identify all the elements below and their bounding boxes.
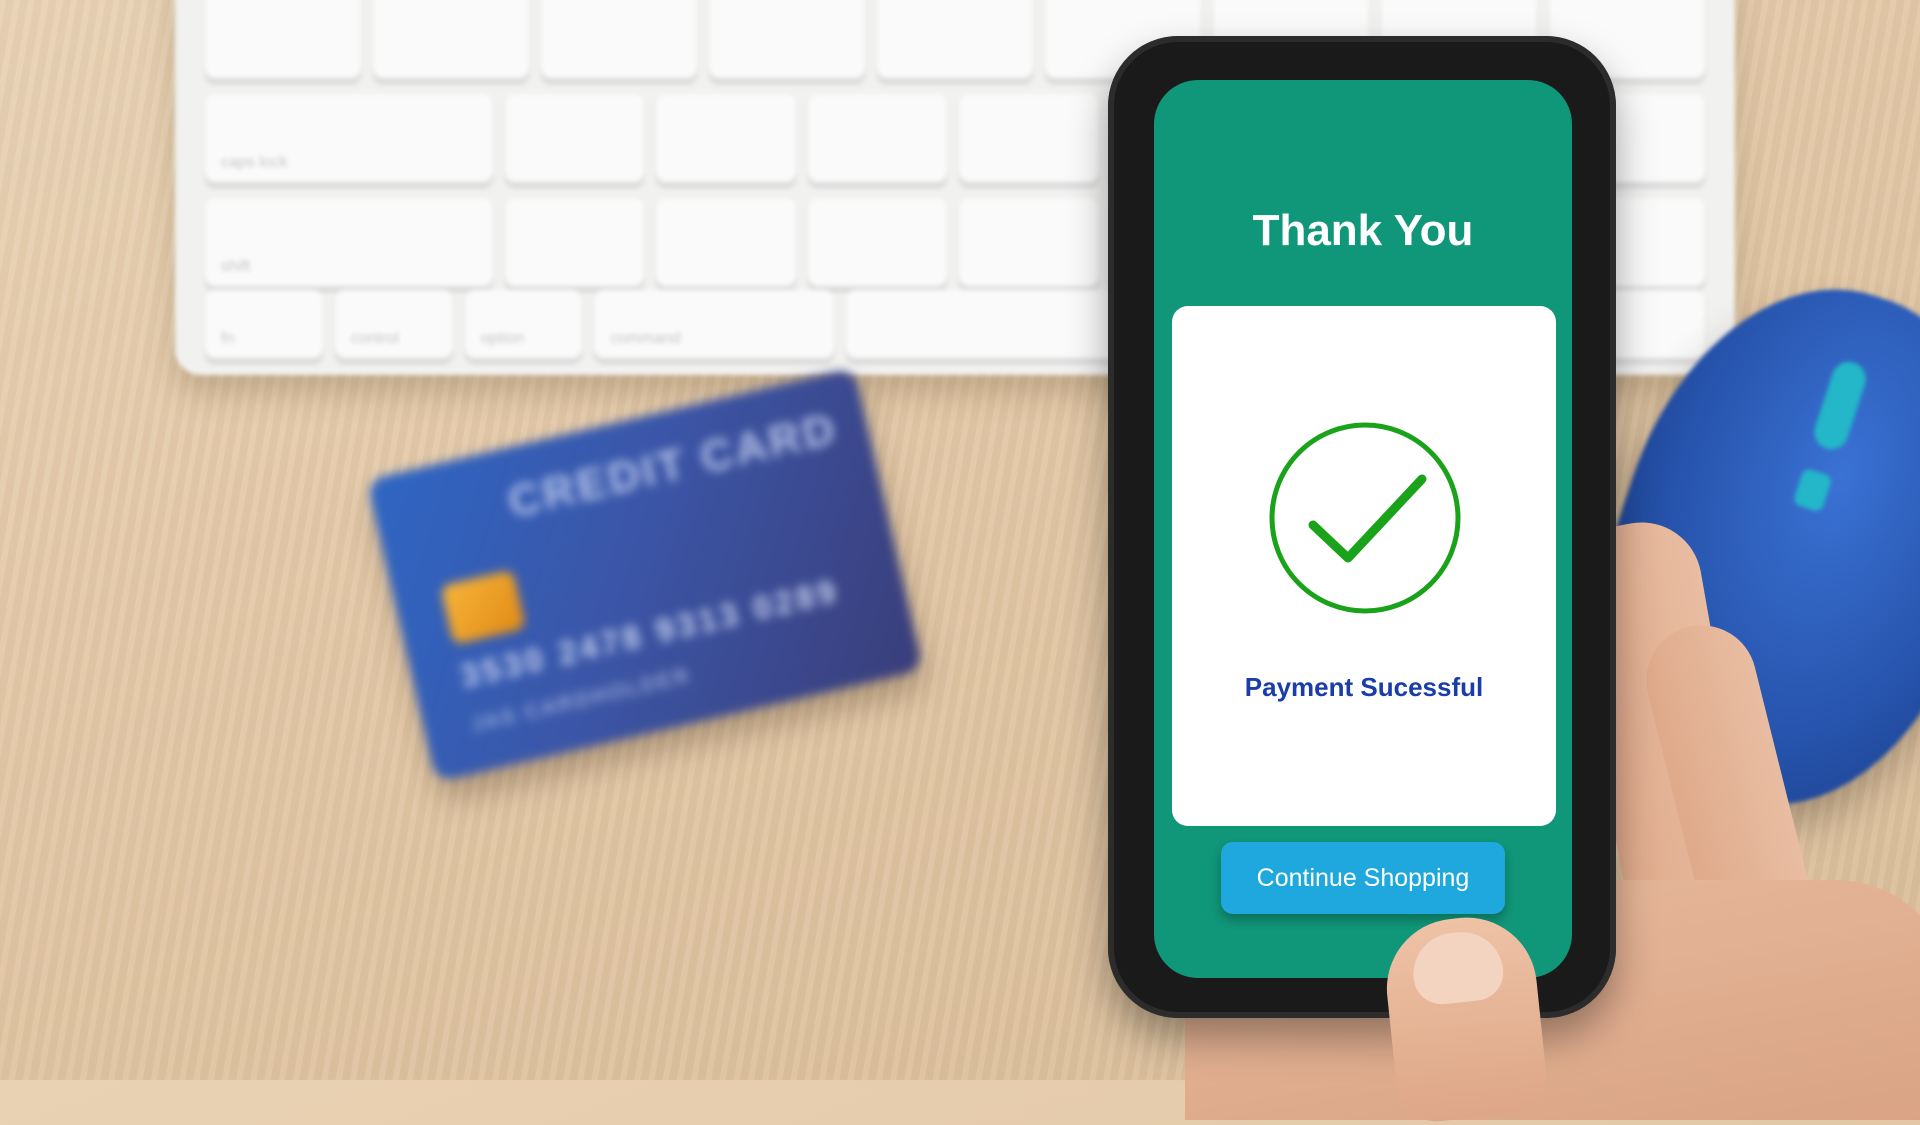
mouse-button xyxy=(1792,467,1833,513)
keyboard-key-control: control xyxy=(334,290,453,362)
keyboard-key-caps: caps lock xyxy=(205,94,493,186)
payment-status-text: Payment Sucessful xyxy=(1244,672,1484,702)
smartphone: Thank You Payment Sucessful Continue Sho… xyxy=(1108,36,1616,1018)
continue-shopping-button[interactable]: Continue Shopping xyxy=(1221,842,1505,914)
keyboard-key xyxy=(541,0,697,82)
keyboard-key-fn: fn xyxy=(205,290,323,362)
keyboard-key xyxy=(959,94,1099,186)
keyboard-key xyxy=(656,94,796,186)
check-circle-icon xyxy=(1269,422,1461,614)
keyboard-key xyxy=(504,198,645,290)
page-title: Thank You xyxy=(1252,206,1474,255)
keyboard-key-command: command xyxy=(594,290,835,362)
phone-screen: Thank You Payment Sucessful Continue Sho… xyxy=(1154,80,1572,978)
thumbnail-nail xyxy=(1409,927,1507,1008)
keyboard-key-option: option xyxy=(464,290,583,362)
chip-icon xyxy=(440,569,526,645)
keyboard-key-shift: shift xyxy=(205,198,493,290)
keyboard-key xyxy=(205,0,361,82)
keyboard-key xyxy=(959,198,1099,290)
keyboard-key xyxy=(373,0,529,82)
keyboard-key xyxy=(807,198,948,290)
keyboard-key xyxy=(709,0,865,82)
keyboard-key xyxy=(504,94,645,186)
confirmation-panel: Payment Sucessful xyxy=(1172,306,1556,826)
keyboard-key xyxy=(877,0,1033,82)
keyboard-key xyxy=(656,198,796,290)
mouse-wheel xyxy=(1809,357,1871,454)
keyboard-key xyxy=(807,94,948,186)
